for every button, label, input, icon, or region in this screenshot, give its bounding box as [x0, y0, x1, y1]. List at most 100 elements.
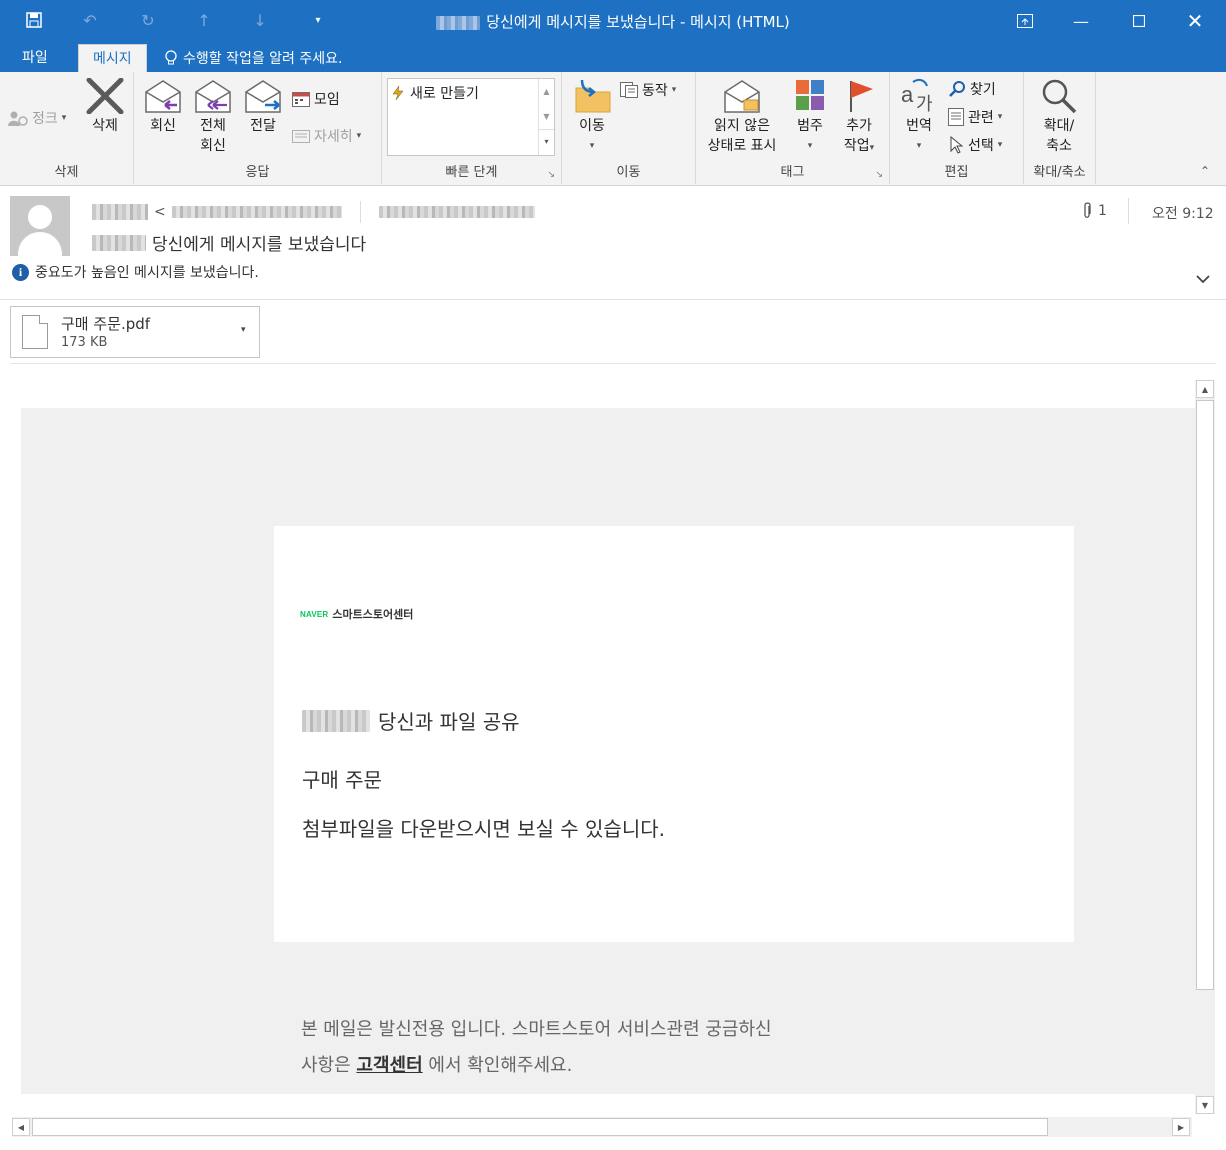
search-icon [949, 81, 965, 97]
divider [10, 363, 1216, 364]
scroll-down-button[interactable]: ▼ [1196, 1096, 1214, 1114]
tags-launcher-icon[interactable]: ↘ [875, 170, 883, 180]
attachment-menu-caret[interactable]: ▾ [241, 325, 246, 335]
ribbon-display-options-icon[interactable] [1002, 0, 1048, 42]
quick-steps-launcher-icon[interactable]: ↘ [547, 170, 555, 180]
sender-avatar [10, 196, 70, 256]
message-card: NAVER 스마트스토어센터 당신과 파일 공유 구매 주문 첨부파일을 다운받… [274, 526, 1074, 942]
footer-prefix: 사항은 [301, 1055, 351, 1076]
cursor-icon [950, 136, 964, 154]
lightbulb-icon [165, 50, 177, 65]
forward-label: 전달 [250, 118, 276, 134]
more-icon [292, 130, 310, 143]
delete-icon [85, 77, 125, 115]
smartstore-center-name: 스마트스토어센터 [332, 608, 414, 621]
subject-line: 당신에게 메시지를 보냈습니다 [92, 230, 366, 255]
window-title-text: 당신에게 메시지를 보냈습니다 - 메시지 (HTML) [486, 13, 790, 31]
follow-up-button[interactable]: 추가 작업▾ [836, 78, 882, 158]
tab-file[interactable]: 파일 [8, 44, 62, 72]
reply-all-button[interactable]: 전체 회신 [192, 78, 234, 156]
quick-step-new[interactable]: 새로 만들기 [392, 83, 479, 103]
gallery-down-button[interactable]: ▼ [539, 104, 554, 129]
reply-all-label-2: 회신 [200, 138, 226, 154]
forward-button[interactable]: 전달 [242, 78, 284, 136]
redacted-sender-name [92, 204, 148, 220]
move-button[interactable]: 이동 ▾ [570, 78, 614, 156]
naver-logo: NAVER 스마트스토어센터 [300, 606, 413, 622]
delete-button[interactable]: 삭제 [84, 77, 126, 136]
footer-line-2: 사항은 고객센터 에서 확인해주세요. [301, 1048, 772, 1084]
reply-button[interactable]: 회신 [142, 78, 184, 136]
scroll-left-button[interactable]: ◀ [12, 1118, 30, 1136]
related-button[interactable]: 관련 ▾ [948, 107, 1002, 127]
sender-address-bracket: < [154, 204, 166, 220]
junk-icon [8, 111, 28, 126]
translate-label: 번역 [906, 118, 932, 134]
categorize-button[interactable]: 범주 ▾ [788, 78, 832, 156]
select-button[interactable]: 선택 ▾ [948, 135, 1002, 155]
translate-icon: a가 [899, 78, 939, 115]
forward-icon [243, 78, 283, 114]
footer-line-1: 본 메일은 발신전용 입니다. 스마트스토어 서비스관련 궁금하신 [301, 1019, 772, 1040]
meeting-button[interactable]: 모임 [292, 89, 340, 109]
translate-button[interactable]: a가 번역 ▾ [896, 78, 942, 156]
collapse-ribbon-icon[interactable]: ⌃ [1200, 164, 1210, 178]
tell-me-search[interactable]: 수행할 작업을 알려 주세요. [165, 48, 342, 68]
categorize-caret: ▾ [807, 141, 813, 151]
find-label: 찾기 [970, 82, 996, 98]
info-icon: i [12, 263, 29, 281]
more-respond-button[interactable]: 자세히 ▾ [292, 126, 361, 146]
horizontal-scrollbar[interactable]: ◀ ▶ [12, 1117, 1192, 1137]
reply-icon [143, 78, 183, 114]
vertical-scroll-thumb[interactable] [1196, 400, 1214, 990]
lightning-icon [392, 86, 404, 100]
redacted-sender-name [302, 709, 370, 732]
translate-caret: ▾ [916, 141, 922, 151]
maximize-button[interactable] [1116, 0, 1162, 42]
mark-unread-label-1: 읽지 않은 [714, 118, 770, 134]
actions-button[interactable]: 동작 ▾ [620, 80, 676, 100]
gallery-expand-button[interactable]: ▾ [539, 129, 554, 153]
horizontal-scroll-thumb[interactable] [32, 1118, 1048, 1136]
quick-steps-group: 새로 만들기 ▲ ▼ ▾ 빠른 단계 ↘ [382, 72, 562, 184]
paperclip-icon [1084, 202, 1091, 218]
ignore-button[interactable]: 정크 ▾ [8, 108, 66, 128]
document-title: 구매 주문 [302, 768, 382, 792]
move-caret: ▾ [589, 141, 595, 151]
download-instruction: 첨부파일을 다운받으시면 보실 수 있습니다. [302, 817, 665, 841]
follow-up-label-2: 작업 [843, 138, 870, 154]
zoom-button[interactable]: 확대/ 축소 [1034, 78, 1084, 156]
file-icon [22, 315, 48, 349]
move-label: 이동 [579, 118, 605, 134]
tab-message[interactable]: 메시지 [78, 44, 147, 72]
attachment-card[interactable]: 구매 주문.pdf 173 KB ▾ [10, 306, 260, 358]
expand-header-chevron-icon[interactable] [1196, 272, 1210, 288]
respond-group-label: 응답 [245, 165, 270, 180]
find-button[interactable]: 찾기 [948, 79, 996, 99]
vertical-scrollbar[interactable]: ▲ ▼ [1195, 380, 1215, 1114]
ignore-label: 정크 [32, 111, 58, 127]
gallery-up-button[interactable]: ▲ [539, 79, 554, 104]
redacted-sender-name [436, 15, 481, 30]
customer-center-link[interactable]: 고객센터 [356, 1055, 422, 1076]
minimize-button[interactable]: — [1058, 0, 1104, 42]
zoom-icon [1039, 78, 1079, 114]
scroll-up-button[interactable]: ▲ [1196, 380, 1214, 398]
mark-unread-button[interactable]: 읽지 않은 상태로 표시 [700, 78, 784, 156]
reply-all-label-1: 전체 [200, 118, 226, 134]
categorize-icon [790, 78, 830, 114]
attachment-size: 173 KB [61, 335, 108, 350]
flag-icon [839, 78, 879, 114]
scroll-right-button[interactable]: ▶ [1172, 1118, 1190, 1136]
zoom-label-2: 축소 [1046, 138, 1072, 154]
redacted-sender-email[interactable] [171, 206, 342, 218]
footer-notice: 본 메일은 발신전용 입니다. 스마트스토어 서비스관련 궁금하신 사항은 고객… [301, 1012, 772, 1084]
select-label: 선택 [968, 138, 994, 154]
zoom-label-1: 확대/ [1043, 118, 1075, 134]
categorize-label: 범주 [797, 118, 823, 134]
respond-group: 회신 전체 회신 전달 모임 자세히 ▾ 응답 [134, 72, 382, 184]
close-button[interactable]: ✕ [1172, 0, 1218, 42]
ribbon: 정크 ▾ 삭제 삭제 회신 전체 회신 전달 모임 자세히 ▾ 응답 새로 만들… [0, 72, 1226, 186]
redacted-recipient-email[interactable] [378, 206, 535, 218]
follow-up-label-1: 추가 [846, 118, 872, 134]
